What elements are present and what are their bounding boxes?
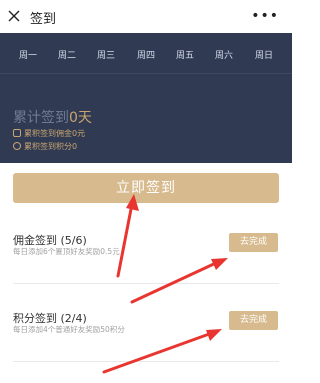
day-thu: 周四 bbox=[136, 51, 155, 61]
day-mon: 周一 bbox=[18, 51, 37, 61]
nav-bar: 签到 ••• bbox=[0, 0, 292, 33]
task-points: 积分签到 (2/4) 每日添加4个普通好友奖励50积分 去完成 bbox=[0, 303, 292, 363]
page-title: 签到 bbox=[30, 12, 57, 27]
commission-icon bbox=[13, 128, 21, 137]
week-days: 周一 周二 周三 周四 周五 周六 周日 bbox=[0, 48, 292, 62]
divider bbox=[13, 283, 279, 284]
signin-button[interactable]: 立即签到 bbox=[13, 173, 279, 203]
day-sun: 周日 bbox=[254, 51, 273, 61]
points-stat: 累积签到积分0 bbox=[13, 141, 78, 152]
signin-panel: 周一 周二 周三 周四 周五 周六 周日 累计签到0天 累积签到佣金0元 累积签… bbox=[0, 33, 292, 163]
total-label: 累计签到 bbox=[13, 110, 69, 126]
week-divider bbox=[0, 73, 292, 74]
task-desc: 每日添加4个普通好友奖励50积分 bbox=[13, 325, 125, 334]
close-icon[interactable] bbox=[7, 9, 21, 23]
commission-stat: 累积签到佣金0元 bbox=[13, 128, 86, 139]
points-text: 累积签到积分0 bbox=[24, 142, 78, 151]
task-desc: 每日添加6个置顶好友奖励0.5元 bbox=[13, 247, 120, 256]
commission-text: 累积签到佣金0元 bbox=[24, 129, 86, 138]
day-wed: 周三 bbox=[96, 51, 115, 61]
day-fri: 周五 bbox=[175, 51, 194, 61]
day-tue: 周二 bbox=[57, 51, 76, 61]
go-complete-button[interactable]: 去完成 bbox=[229, 311, 278, 330]
more-icon[interactable]: ••• bbox=[251, 9, 279, 23]
go-complete-button[interactable]: 去完成 bbox=[229, 233, 278, 252]
points-icon bbox=[13, 141, 21, 150]
task-commission: 佣金签到 (5/6) 每日添加6个置顶好友奖励0.5元 去完成 bbox=[0, 225, 292, 285]
divider bbox=[13, 361, 279, 362]
total-signin: 累计签到0天 bbox=[13, 107, 92, 127]
total-count: 0天 bbox=[69, 110, 92, 126]
day-sat: 周六 bbox=[214, 51, 233, 61]
